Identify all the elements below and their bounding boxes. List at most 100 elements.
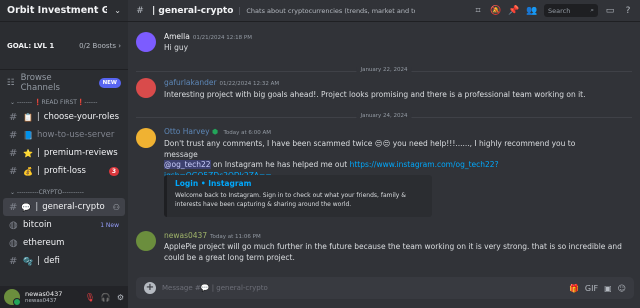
channel-topic[interactable]: Chats about cryptocurrencies (trends, ma…	[239, 6, 415, 15]
new-posts-tag: 1 New	[100, 221, 119, 229]
new-badge: NEW	[98, 78, 121, 88]
browse-label: Browse Channels	[20, 73, 60, 93]
browse-icon: ☷	[7, 78, 15, 88]
server-name: Orbit Investment Group	[7, 5, 107, 16]
sidebar-item-bitcoin[interactable]: ◍ bitcoin 1 New	[3, 216, 125, 234]
category-read-first[interactable]: ⌄ ------- ❗ READ FIRST ❗------	[0, 96, 128, 108]
hashtag-icon: #	[9, 147, 18, 159]
badge-icon: ⬢	[211, 128, 219, 136]
message-text: Hi guy	[164, 43, 189, 52]
user-name: newas0437	[25, 289, 63, 298]
timestamp: 01/22/2024 12:32 AM	[219, 81, 280, 87]
avatar[interactable]	[136, 32, 156, 52]
search-input[interactable]: Search ⌕	[544, 4, 598, 17]
category-crypto[interactable]: ⌄ ---------- CRYPTO ----------	[0, 186, 128, 198]
message-header: gafurlakander 01/22/2024 12:32 AM	[164, 78, 279, 87]
message-input[interactable]: Message #💬 | general-crypto	[162, 284, 563, 292]
timestamp: 01/21/2024 12:18 PM	[192, 35, 252, 41]
avatar[interactable]	[136, 128, 156, 148]
channel-label: how-to-use-server	[36, 130, 115, 140]
channel-sidebar: Orbit Investment Group ⌄ GOAL: LVL 1 0/2…	[0, 0, 128, 308]
boost-goal[interactable]: GOAL: LVL 1 0/2 Boosts ›	[0, 22, 128, 70]
sidebar-item-premium-reviews[interactable]: # ⭐ | premium-reviews	[3, 144, 125, 162]
embed-title[interactable]: Login • Instagram	[175, 179, 424, 188]
search-icon: ⌕	[590, 6, 594, 14]
sidebar-item-ethereum[interactable]: ◍ ethereum	[3, 234, 125, 252]
emoji-icon[interactable]: ☺	[618, 284, 626, 293]
channel-emoji: 🫧	[23, 256, 33, 266]
author-name[interactable]: Amella	[164, 32, 190, 41]
link-embed: Login • Instagram Welcome back to Instag…	[164, 175, 432, 217]
gif-icon[interactable]: GIF	[585, 284, 598, 293]
threads-icon[interactable]: ⌗	[472, 6, 484, 16]
add-member-icon[interactable]: ⚇	[113, 203, 120, 212]
message: Otto Harvey ⬢ Today at 6:00 AM Don't tru…	[128, 126, 640, 222]
forum-icon: ◍	[9, 237, 18, 249]
add-attachment-icon[interactable]: +	[144, 282, 156, 294]
boost-goal-label: GOAL: LVL 1	[7, 41, 55, 50]
message-list: Amella 01/21/2024 12:18 PM Hi guy January…	[128, 22, 640, 266]
channel-header: # | general-crypto Chats about cryptocur…	[128, 0, 640, 22]
message: newas0437 Today at 11:06 PM ApplePie proj…	[128, 229, 640, 266]
author-name[interactable]: newas0437	[164, 231, 207, 240]
hashtag-icon: #	[9, 255, 18, 267]
browse-channels[interactable]: ☷ Browse Channels NEW	[0, 70, 128, 96]
message-header: newas0437 Today at 11:06 PM	[164, 231, 261, 240]
hashtag-icon: #	[136, 5, 144, 16]
notification-muted-icon[interactable]: 🔕	[490, 6, 502, 16]
date-divider: January 24, 2024	[136, 113, 632, 119]
channel-label: defi	[43, 256, 60, 266]
message-header: Otto Harvey ⬢ Today at 6:00 AM	[164, 127, 271, 136]
channel-label: premium-reviews	[43, 148, 118, 158]
sidebar-item-profit-loss[interactable]: # 💰 | profit-loss 3	[3, 162, 125, 180]
user-info[interactable]: newas0437 newas0437	[25, 290, 62, 305]
gear-icon[interactable]: ⚙	[117, 293, 124, 302]
channel-title: | general-crypto	[152, 5, 234, 16]
message-composer[interactable]: + Message #💬 | general-crypto 🎁 GIF ▣ ☺	[136, 277, 634, 299]
microphone-muted-icon[interactable]: 🎙	[85, 293, 95, 302]
sidebar-item-how-to-use-server[interactable]: # 📘 how-to-use-server	[3, 126, 125, 144]
channel-emoji: 📋	[22, 112, 33, 122]
channel-label: profit-loss	[43, 166, 86, 176]
mention-badge: 3	[108, 166, 119, 176]
channel-emoji: 📘	[23, 130, 33, 140]
user-panel: newas0437 newas0437 🎙 🎧 ⚙	[0, 286, 128, 308]
timestamp: Today at 6:00 AM	[223, 130, 272, 136]
pin-icon[interactable]: 📌	[508, 6, 520, 16]
sidebar-item-choose-your-roles[interactable]: # 📋 | choose-your-roles	[3, 108, 125, 126]
message-text: ApplePie project will go much further in…	[164, 242, 622, 262]
sidebar-item-defi[interactable]: # 🫧 | defi	[3, 252, 125, 270]
headphones-icon[interactable]: 🎧	[101, 293, 111, 302]
search-placeholder: Search	[548, 6, 571, 15]
channel-emoji: ⭐	[23, 148, 33, 158]
embed-description: Welcome back to Instagram. Sign in to ch…	[175, 192, 406, 208]
author-name[interactable]: Otto Harvey	[164, 127, 210, 136]
hashtag-icon: #	[9, 111, 18, 123]
help-icon[interactable]: ?	[622, 6, 634, 16]
chevron-down-icon: ⌄	[114, 6, 121, 15]
timestamp: Today at 11:06 PM	[210, 234, 261, 240]
channel-label: choose-your-roles	[43, 112, 119, 122]
inbox-icon[interactable]: ▭	[604, 6, 616, 16]
message-header: Amella 01/21/2024 12:18 PM	[164, 32, 252, 41]
channel-emoji: 💬	[21, 202, 32, 212]
forum-icon: ◍	[9, 219, 18, 231]
boost-count: 0/2 Boosts ›	[79, 41, 121, 50]
member-list-icon[interactable]: 👥	[526, 6, 538, 16]
sticker-icon[interactable]: ▣	[604, 284, 612, 293]
sidebar-item-general-crypto[interactable]: # 💬 | general-crypto ⚇	[3, 198, 125, 216]
hashtag-icon: #	[9, 165, 18, 177]
server-header[interactable]: Orbit Investment Group ⌄	[0, 0, 128, 22]
channel-label: ethereum	[23, 238, 65, 248]
message-text: Interesting project with big goals ahead…	[164, 90, 586, 99]
author-name[interactable]: gafurlakander	[164, 78, 217, 87]
message: Amella 01/21/2024 12:18 PM Hi guy	[128, 30, 640, 60]
hashtag-icon: #	[9, 201, 18, 213]
user-mention[interactable]: @og_tech22	[164, 160, 211, 169]
avatar[interactable]	[136, 231, 156, 251]
avatar[interactable]	[136, 78, 156, 98]
gift-icon[interactable]: 🎁	[569, 284, 579, 293]
avatar[interactable]	[4, 289, 21, 306]
channel-label: general-crypto	[42, 202, 105, 212]
user-tag: newas0437	[25, 297, 57, 304]
